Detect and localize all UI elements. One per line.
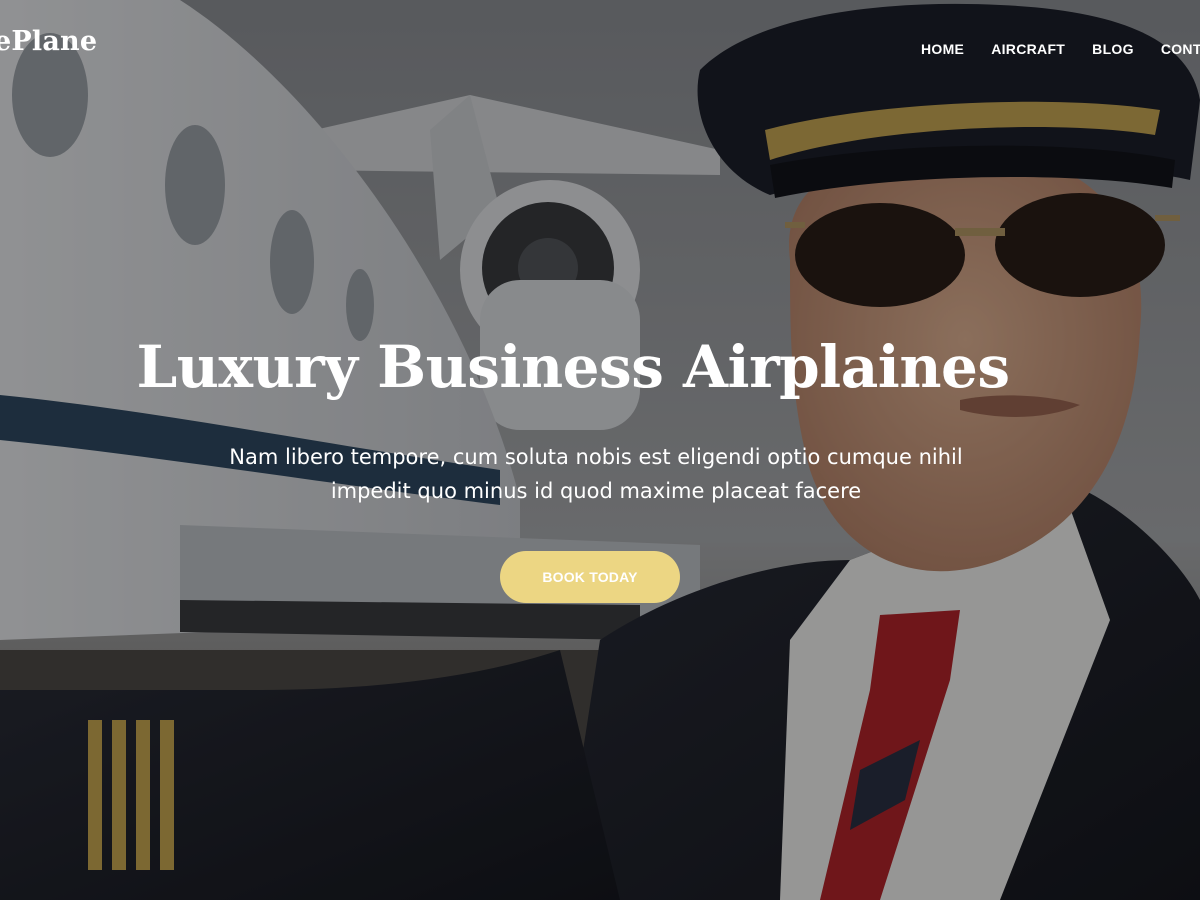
hero-subtitle: Nam libero tempore, cum soluta nobis est…	[229, 445, 963, 503]
hero-title: Luxury Business Airplaines	[136, 333, 1010, 401]
landing-page: ePlane HOME AIRCRAFT BLOG CONTACT Luxury…	[0, 0, 1200, 900]
hero-section: Luxury Business Airplaines Nam libero te…	[0, 0, 1200, 900]
book-today-button[interactable]: BOOK TODAY	[500, 551, 680, 603]
